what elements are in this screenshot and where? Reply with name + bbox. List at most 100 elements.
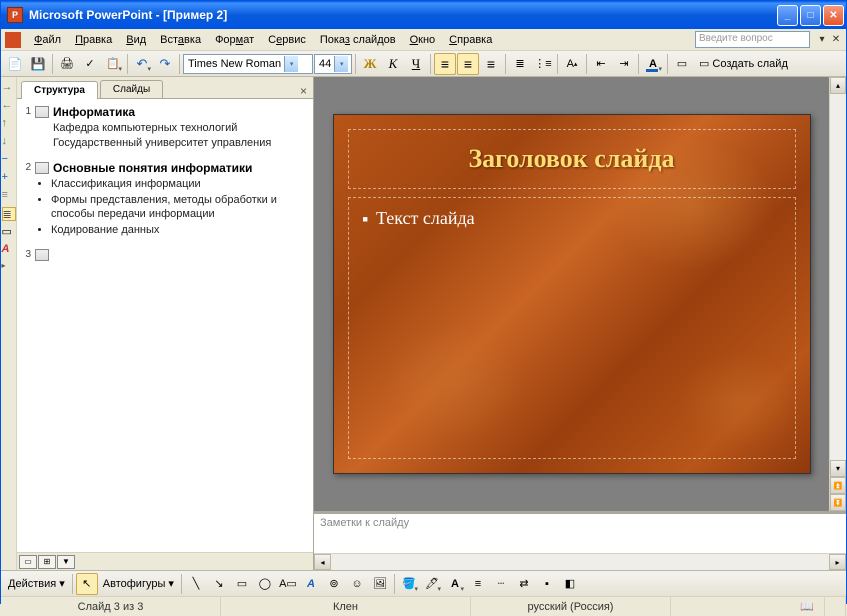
scroll-right-button[interactable]: ▸ [829, 554, 846, 570]
slide-body[interactable]: Кафедра компьютерных технологийГосударст… [53, 121, 309, 151]
chevron-down-icon[interactable]: ▾ [284, 56, 298, 72]
arrow-tool[interactable]: ↘ [208, 573, 230, 595]
increase-font-button[interactable]: A▴ [561, 53, 583, 75]
picture-tool[interactable]: 🖼 [369, 573, 391, 595]
slide-thumb-icon[interactable] [35, 162, 49, 174]
menu-help[interactable]: Справка [442, 32, 499, 48]
menu-window[interactable]: Окно [403, 32, 443, 48]
wordart-tool[interactable]: A [300, 573, 322, 595]
oval-tool[interactable]: ◯ [254, 573, 276, 595]
chevron-down-icon[interactable]: ▾ [334, 56, 348, 72]
spellcheck-button[interactable]: ✓ [79, 53, 101, 75]
sorter-view-button[interactable]: ⊞ [38, 555, 56, 569]
move-down-button[interactable]: ↓ [2, 135, 16, 149]
font-size-combo[interactable]: 44 ▾ [314, 54, 352, 74]
select-tool[interactable]: ↖ [76, 573, 98, 595]
font-color-button[interactable]: A [642, 53, 664, 75]
scroll-down-button[interactable]: ▾ [830, 460, 846, 477]
menu-insert[interactable]: Вставка [153, 32, 208, 48]
outline-slide[interactable]: 3 [21, 248, 309, 261]
slide[interactable]: Заголовок слайда Текст слайда [333, 114, 811, 474]
new-slide-button[interactable]: ▭ Создать слайд [694, 54, 793, 74]
panel-close-button[interactable]: × [300, 84, 307, 98]
clipart-tool[interactable]: ☺ [346, 573, 368, 595]
fill-color-button[interactable]: 🪣 [398, 573, 420, 595]
print-button[interactable] [56, 53, 78, 75]
slide-title-text[interactable]: Заголовок слайда [468, 144, 674, 174]
list-item[interactable]: Кодирование данных [51, 223, 309, 238]
shadow-button[interactable]: ▪ [536, 573, 558, 595]
maximize-button[interactable]: □ [800, 5, 821, 26]
line-style-button[interactable]: ≡ [467, 573, 489, 595]
slide-thumb-icon[interactable] [35, 106, 49, 118]
slide-thumb-icon[interactable] [35, 249, 49, 261]
minimize-button[interactable]: _ [777, 5, 798, 26]
promote-button[interactable]: → [2, 81, 16, 95]
horizontal-scrollbar[interactable]: ◂ ▸ [314, 553, 846, 570]
actions-menu[interactable]: Действия ▾ [4, 577, 69, 590]
menu-edit[interactable]: Правка [68, 32, 119, 48]
font-name-combo[interactable]: Times New Roman ▾ [183, 54, 313, 74]
textbox-tool[interactable]: A▭ [277, 573, 299, 595]
underline-button[interactable]: Ч [405, 53, 427, 75]
menu-tools[interactable]: Сервис [261, 32, 313, 48]
mdi-dropdown-icon[interactable]: ▾ [816, 34, 828, 46]
scroll-track[interactable] [830, 94, 846, 460]
italic-button[interactable]: К [382, 53, 404, 75]
scroll-left-button[interactable]: ◂ [314, 554, 331, 570]
decrease-indent-button[interactable]: ⇤ [590, 53, 612, 75]
increase-indent-button[interactable]: ⇥ [613, 53, 635, 75]
menu-slideshow[interactable]: Показ слайдов [313, 32, 403, 48]
tab-slides[interactable]: Слайды [100, 80, 163, 98]
status-spellcheck-icon[interactable]: 📖 [790, 597, 825, 616]
redo-button[interactable] [154, 53, 176, 75]
line-tool[interactable]: ╲ [185, 573, 207, 595]
collapse-button[interactable]: − [2, 153, 16, 167]
slide-title[interactable]: Основные понятия информатики [53, 161, 252, 175]
outline-content[interactable]: 1 Информатика Кафедра компьютерных техно… [17, 99, 313, 552]
slide-body-text[interactable]: Текст слайда [363, 208, 781, 229]
menu-format[interactable]: Формат [208, 32, 261, 48]
notes-pane[interactable]: Заметки к слайду [314, 511, 846, 553]
outline-slide[interactable]: 1 Информатика Кафедра компьютерных техно… [21, 105, 309, 151]
save-button[interactable] [27, 53, 49, 75]
slide-canvas[interactable]: Заголовок слайда Текст слайда [314, 77, 829, 511]
scroll-up-button[interactable]: ▴ [830, 77, 846, 94]
dash-style-button[interactable]: ┈ [490, 573, 512, 595]
list-item[interactable]: Классификация информации [51, 177, 309, 192]
arrow-style-button[interactable]: ⇄ [513, 573, 535, 595]
slideshow-view-button[interactable]: ▼ [57, 555, 75, 569]
help-search-input[interactable]: Введите вопрос [695, 31, 810, 48]
bullet-list-button[interactable]: ⋮≡ [532, 53, 554, 75]
slide-title[interactable]: Информатика [53, 105, 135, 119]
align-right-button[interactable] [480, 53, 502, 75]
design-button[interactable]: ▭ [671, 53, 693, 75]
list-item[interactable]: Формы представления, методы обработки и … [51, 193, 309, 223]
undo-button[interactable] [131, 53, 153, 75]
font-color-button[interactable]: A [444, 573, 466, 595]
expand-all-button[interactable]: ≣ [2, 207, 16, 221]
next-slide-button[interactable]: ⏬ [830, 494, 846, 511]
prev-slide-button[interactable]: ⏫ [830, 477, 846, 494]
tab-outline[interactable]: Структура [21, 81, 98, 99]
outline-slide[interactable]: 2 Основные понятия информатики Классифик… [21, 161, 309, 238]
demote-button[interactable]: ← [2, 99, 16, 113]
menu-view[interactable]: Вид [119, 32, 153, 48]
expand-button[interactable]: + [2, 171, 16, 185]
scroll-track[interactable] [331, 554, 829, 570]
align-center-button[interactable] [457, 53, 479, 75]
bold-button[interactable]: Ж [359, 53, 381, 75]
title-placeholder[interactable]: Заголовок слайда [348, 129, 796, 189]
paste-button[interactable]: 📋 [102, 53, 124, 75]
mdi-close-button[interactable]: ✕ [830, 34, 842, 46]
summary-slide-button[interactable]: ▭ [2, 225, 16, 239]
collapse-all-button[interactable]: ≡ [2, 189, 16, 203]
new-button[interactable] [4, 53, 26, 75]
show-formatting-button[interactable]: A [2, 243, 16, 257]
align-left-button[interactable] [434, 53, 456, 75]
close-button[interactable]: ✕ [823, 5, 844, 26]
rectangle-tool[interactable]: ▭ [231, 573, 253, 595]
body-placeholder[interactable]: Текст слайда [348, 197, 796, 459]
move-up-button[interactable]: ↑ [2, 117, 16, 131]
toolbar-options-icon[interactable]: ▸ [2, 261, 16, 275]
